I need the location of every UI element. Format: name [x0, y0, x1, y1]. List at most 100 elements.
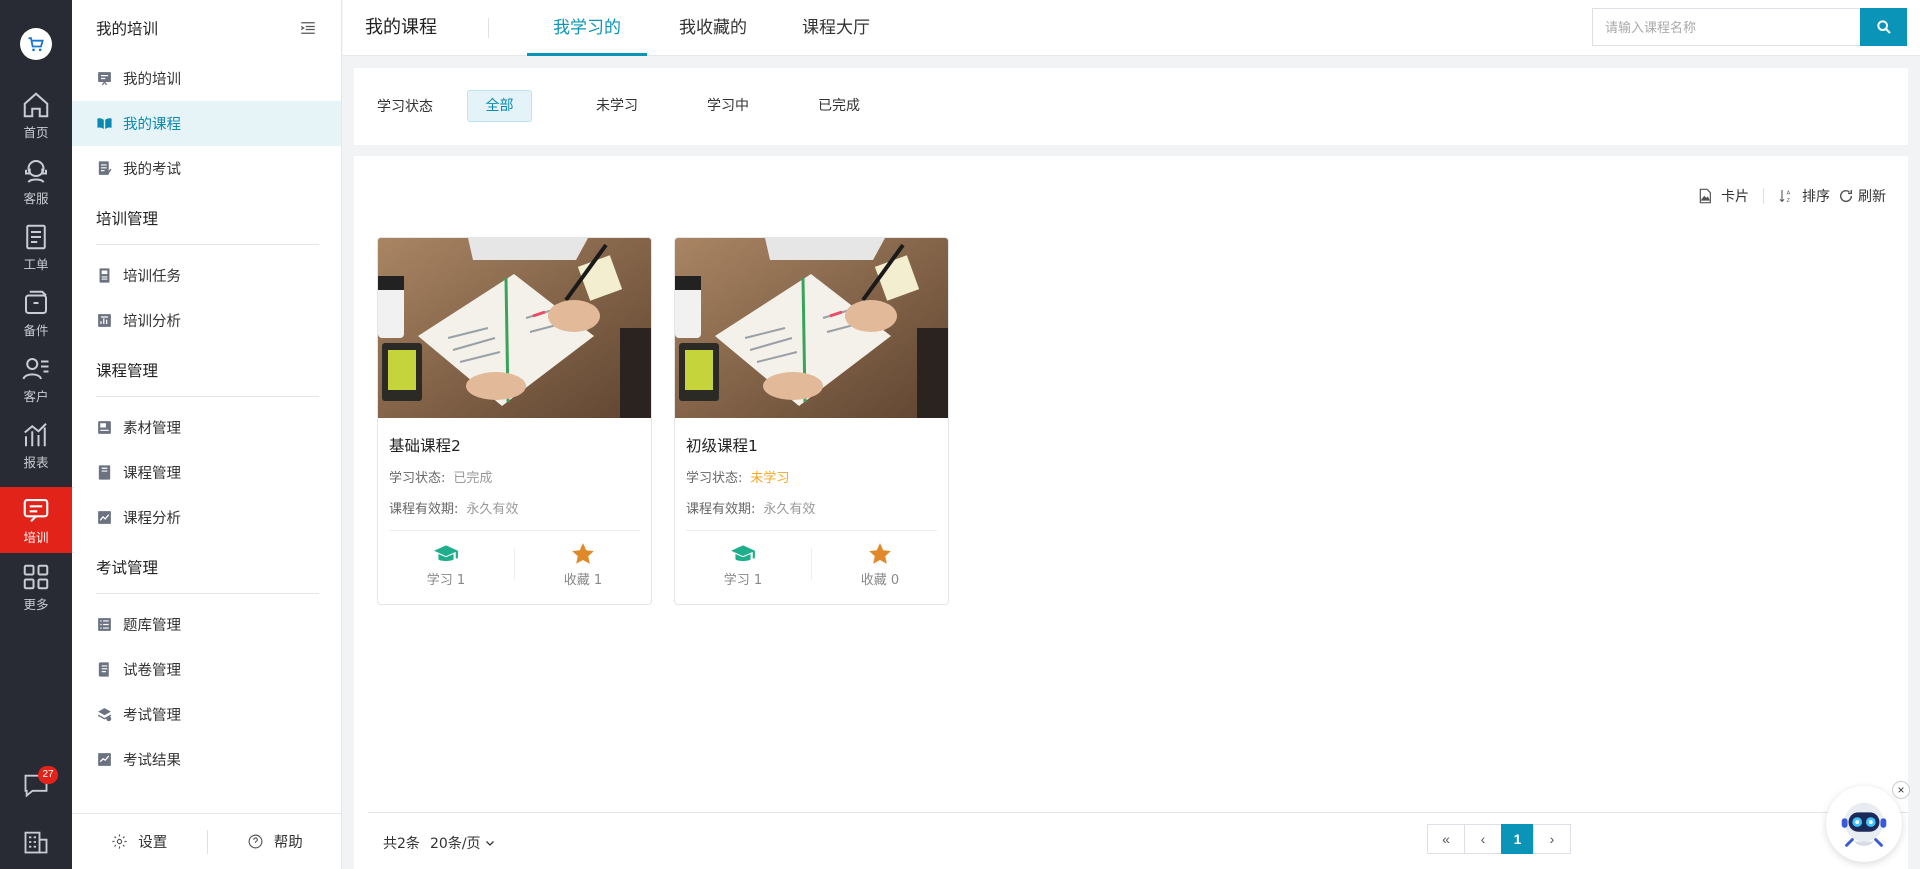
prev-page-button[interactable]: ‹	[1464, 824, 1502, 854]
page-size-select[interactable]: 20条/页	[430, 833, 496, 853]
study-count[interactable]: 学习 1	[378, 541, 514, 588]
rail-item-workorder[interactable]: 工单	[0, 214, 72, 280]
sort-button[interactable]: AZ 排序	[1778, 186, 1830, 206]
refresh-label: 刷新	[1858, 189, 1886, 205]
rail-label: 客户	[23, 388, 49, 404]
favorite-count[interactable]: 收藏 0	[812, 541, 948, 588]
material-icon	[98, 421, 111, 434]
settings-button[interactable]: 设置	[72, 831, 207, 852]
favorite-count-label: 收藏 1	[563, 572, 603, 588]
course-search-input[interactable]	[1592, 8, 1860, 46]
status-filter-panel: 学习状态 全部 未学习 学习中 已完成	[354, 68, 1908, 145]
menu-item-my-exams[interactable]: 我的考试	[72, 146, 341, 191]
menu-group-training: 培训管理	[96, 191, 319, 245]
rail-label: 工单	[23, 256, 49, 272]
app-logo[interactable]	[20, 28, 52, 60]
course-card[interactable]: 初级课程1 学习状态: 未学习 课程有效期: 永久有效 学习 1 收藏 0	[674, 237, 949, 605]
filter-not-started[interactable]: 未学习	[581, 90, 653, 122]
rail-item-service[interactable]: 客服	[0, 148, 72, 214]
filter-all[interactable]: 全部	[467, 90, 532, 122]
chart-icon	[24, 422, 47, 446]
rail-messages[interactable]: 27	[0, 760, 72, 810]
grid-icon	[23, 564, 49, 589]
rail-item-customer[interactable]: 客户	[0, 346, 72, 412]
menu-item-exam-management[interactable]: 考试管理	[72, 692, 341, 737]
status-value: 未学习	[750, 471, 790, 486]
course-validity-row: 课程有效期: 永久有效	[686, 498, 948, 517]
menu-item-my-courses[interactable]: 我的课程	[72, 101, 341, 146]
clipboard-icon	[26, 224, 46, 249]
course-title[interactable]: 基础课程2	[389, 434, 651, 456]
refresh-button[interactable]: 刷新	[1838, 186, 1886, 206]
result-chart-icon	[98, 753, 111, 766]
assistant-robot-button[interactable]	[1826, 786, 1902, 862]
menu-item-question-bank[interactable]: 题库管理	[72, 602, 341, 647]
task-book-icon	[99, 268, 110, 283]
help-button[interactable]: 帮助	[208, 831, 343, 852]
star-icon	[869, 542, 891, 564]
status-label: 学习状态:	[389, 471, 446, 486]
card-footer: 学习 1 收藏 0	[675, 531, 948, 597]
first-page-button[interactable]: «	[1427, 824, 1465, 854]
rail-label: 报表	[23, 454, 49, 470]
menu-item-my-training[interactable]: 我的培训	[72, 56, 341, 101]
svg-text:A: A	[1787, 191, 1791, 197]
menu-item-label: 题库管理	[123, 618, 181, 634]
menu-item-training-tasks[interactable]: 培训任务	[72, 253, 341, 298]
course-card[interactable]: 基础课程2 学习状态: 已完成 课程有效期: 永久有效 学习 1 收藏 1	[377, 237, 652, 605]
gear-icon	[112, 834, 127, 849]
menu-item-label: 我的课程	[123, 117, 181, 133]
rail-item-training[interactable]: 培训	[0, 487, 72, 553]
filter-in-progress[interactable]: 学习中	[692, 90, 764, 122]
rail-organization[interactable]	[0, 817, 72, 867]
course-cover-image	[675, 238, 948, 418]
search-icon	[1876, 20, 1891, 34]
building-icon	[24, 831, 48, 854]
total-count: 共2条	[383, 836, 420, 852]
tab-my-learning[interactable]: 我学习的	[527, 0, 647, 56]
message-count-badge: 27	[38, 766, 58, 784]
rail-item-parts[interactable]: 备件	[0, 280, 72, 346]
card-view-button[interactable]: 卡片	[1697, 186, 1749, 206]
rail-item-more[interactable]: 更多	[0, 554, 72, 620]
course-cover-image	[378, 238, 651, 418]
favorite-count[interactable]: 收藏 1	[515, 541, 651, 588]
search-button[interactable]	[1860, 8, 1907, 46]
menu-header: 我的培训	[72, 0, 341, 56]
graduation-cap-icon	[434, 544, 458, 561]
menu-item-training-analysis[interactable]: 培训分析	[72, 298, 341, 343]
page-title: 我的课程	[365, 17, 437, 38]
menu-item-course-management[interactable]: 课程管理	[72, 450, 341, 495]
menu-item-label: 课程分析	[123, 511, 181, 527]
close-assistant-button[interactable]: ×	[1892, 781, 1910, 799]
toolbar-divider	[1763, 188, 1764, 204]
robot-assistant-icon	[1841, 802, 1887, 847]
rail-item-home[interactable]: 首页	[0, 82, 72, 148]
sort-az-icon: AZ	[1779, 190, 1791, 204]
next-page-button[interactable]: ›	[1533, 824, 1571, 854]
sort-label: 排序	[1802, 189, 1830, 205]
menu-header-title: 我的培训	[96, 20, 159, 38]
page-number-button[interactable]: 1	[1501, 824, 1534, 854]
course-title[interactable]: 初级课程1	[686, 434, 948, 456]
filter-completed[interactable]: 已完成	[803, 90, 875, 122]
app-rail: 首页 客服 工单 备件 客户 报表 培训 更多 27	[0, 0, 72, 869]
course-status-row: 学习状态: 未学习	[686, 467, 948, 486]
collapse-menu-icon[interactable]	[299, 19, 317, 37]
filter-label: 学习状态	[377, 99, 433, 115]
menu-item-materials[interactable]: 素材管理	[72, 405, 341, 450]
headset-icon	[25, 159, 47, 183]
rail-label: 首页	[23, 124, 49, 140]
rail-item-report[interactable]: 报表	[0, 412, 72, 478]
rail-label: 培训	[23, 529, 49, 545]
validity-label: 课程有效期:	[389, 502, 459, 517]
menu-item-exam-results[interactable]: 考试结果	[72, 737, 341, 782]
tab-course-hall[interactable]: 课程大厅	[786, 0, 886, 56]
tab-my-favorites[interactable]: 我收藏的	[663, 0, 763, 56]
menu-item-label: 培训任务	[123, 269, 181, 285]
menu-item-course-analysis[interactable]: 课程分析	[72, 495, 341, 540]
menu-item-test-papers[interactable]: 试卷管理	[72, 647, 341, 692]
status-label: 学习状态:	[686, 471, 743, 486]
course-list-panel: 卡片 AZ 排序 刷新 基础课程2 学习状态: 已完成 课程有效期: 永久有效 …	[354, 156, 1908, 869]
study-count[interactable]: 学习 1	[675, 541, 811, 588]
